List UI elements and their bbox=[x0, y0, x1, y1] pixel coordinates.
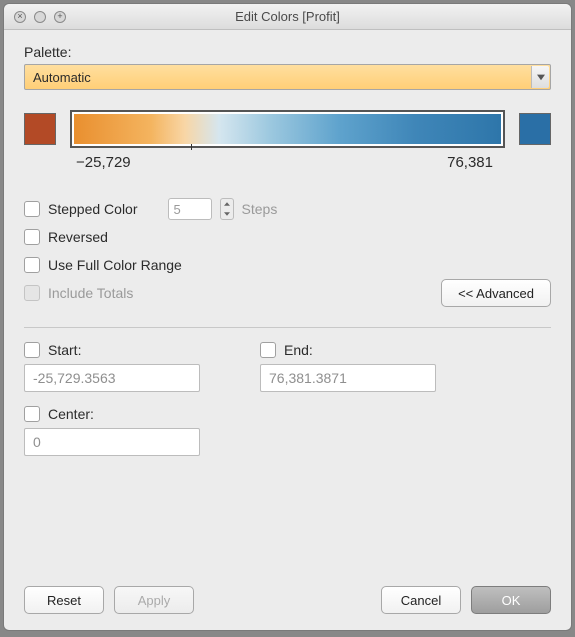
center-input[interactable]: 0 bbox=[24, 428, 200, 456]
gradient-preview-row bbox=[24, 110, 551, 148]
full-range-label: Use Full Color Range bbox=[48, 257, 182, 273]
cancel-button[interactable]: Cancel bbox=[381, 586, 461, 614]
center-row: Center: 0 bbox=[24, 406, 551, 456]
window-controls: × + bbox=[4, 11, 66, 23]
dialog-footer: Reset Apply Cancel OK bbox=[24, 576, 551, 614]
center-checkbox[interactable] bbox=[24, 406, 40, 422]
ok-button[interactable]: OK bbox=[471, 586, 551, 614]
steps-input[interactable]: 5 bbox=[168, 198, 212, 220]
steps-stepper[interactable] bbox=[220, 198, 234, 220]
min-color-swatch[interactable] bbox=[24, 113, 56, 145]
chevron-down-icon bbox=[531, 66, 549, 88]
edit-colors-dialog: × + Edit Colors [Profit] Palette: Automa… bbox=[3, 3, 572, 631]
options-group: Stepped Color 5 Steps Reversed Use Full … bbox=[24, 195, 551, 307]
include-totals-label: Include Totals bbox=[48, 285, 133, 301]
range-max-label: 76,381 bbox=[447, 154, 493, 171]
center-label: Center: bbox=[48, 406, 94, 422]
title-bar: × + Edit Colors [Profit] bbox=[4, 4, 571, 30]
reset-button[interactable]: Reset bbox=[24, 586, 104, 614]
stepped-color-row: Stepped Color 5 Steps bbox=[24, 195, 551, 223]
reversed-label: Reversed bbox=[48, 229, 108, 245]
reversed-checkbox[interactable] bbox=[24, 229, 40, 245]
palette-selected-value: Automatic bbox=[33, 70, 91, 85]
gradient-bar bbox=[74, 114, 501, 144]
steps-label: Steps bbox=[242, 201, 278, 217]
reversed-row: Reversed bbox=[24, 223, 551, 251]
dialog-content: Palette: Automatic −25,729 76,381 Steppe… bbox=[4, 30, 571, 630]
end-label: End: bbox=[284, 342, 313, 358]
start-input[interactable]: -25,729.3563 bbox=[24, 364, 200, 392]
chevron-down-icon[interactable] bbox=[221, 209, 233, 219]
stepped-color-checkbox[interactable] bbox=[24, 201, 40, 217]
start-end-row: Start: -25,729.3563 End: 76,381.3871 bbox=[24, 342, 551, 392]
chevron-up-icon[interactable] bbox=[221, 199, 233, 209]
palette-label: Palette: bbox=[24, 44, 551, 60]
palette-select[interactable]: Automatic bbox=[24, 64, 551, 90]
divider bbox=[24, 327, 551, 328]
gradient-preview[interactable] bbox=[70, 110, 505, 148]
start-checkbox[interactable] bbox=[24, 342, 40, 358]
range-labels: −25,729 76,381 bbox=[24, 154, 551, 171]
start-label: Start: bbox=[48, 342, 81, 358]
advanced-toggle-button[interactable]: << Advanced bbox=[441, 279, 551, 307]
max-color-swatch[interactable] bbox=[519, 113, 551, 145]
end-checkbox[interactable] bbox=[260, 342, 276, 358]
full-range-checkbox[interactable] bbox=[24, 257, 40, 273]
close-icon[interactable]: × bbox=[14, 11, 26, 23]
full-range-row: Use Full Color Range bbox=[24, 251, 551, 279]
gradient-zero-tick bbox=[191, 144, 192, 150]
minimize-icon[interactable] bbox=[34, 11, 46, 23]
end-input[interactable]: 76,381.3871 bbox=[260, 364, 436, 392]
window-title: Edit Colors [Profit] bbox=[4, 9, 571, 24]
range-min-label: −25,729 bbox=[76, 154, 131, 171]
zoom-icon[interactable]: + bbox=[54, 11, 66, 23]
include-totals-checkbox bbox=[24, 285, 40, 301]
stepped-color-label: Stepped Color bbox=[48, 201, 138, 217]
apply-button: Apply bbox=[114, 586, 194, 614]
